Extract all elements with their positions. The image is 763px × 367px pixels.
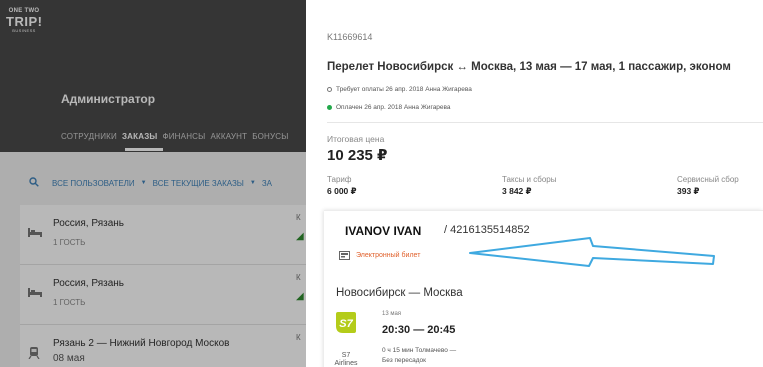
fee-service-value: 393 ₽	[677, 186, 700, 196]
fee-taxes-label: Таксы и сборы	[502, 175, 557, 184]
flight-stops: Без пересадок	[382, 357, 427, 364]
order-number: K11669614	[327, 32, 373, 42]
brand-logo[interactable]: ONE TWO TRIP! BUSINESS	[6, 8, 42, 48]
admin-title: Администратор	[61, 92, 156, 106]
fee-fare-value: 6 000 ₽	[327, 186, 357, 196]
order-edge-text: К	[296, 333, 301, 342]
admin-header: ONE TWO TRIP! BUSINESS Администратор СОТ…	[0, 0, 306, 152]
status-pending: Требует оплаты 26 апр. 2018 Анна Жигарев…	[327, 86, 472, 93]
total-price-value: 10 235 ₽	[327, 147, 388, 164]
list-item[interactable]: Рязань 2 — Нижний Новгород Москов 08 мая…	[20, 325, 306, 367]
total-price-label: Итоговая цена	[327, 134, 385, 144]
fee-taxes: Таксы и сборы 3 842 ₽	[502, 175, 556, 197]
fee-fare-label: Тариф	[327, 175, 352, 184]
fee-service-label: Сервисный сбор	[677, 175, 739, 184]
chevron-down-icon: ▼	[140, 180, 147, 186]
list-item[interactable]: Россия, Рязань 1 ГОСТЬ К ◢	[20, 265, 306, 325]
order-date: 08 мая	[53, 353, 85, 364]
nav-finance[interactable]: ФИНАНСЫ	[162, 132, 205, 141]
filter-orders-dropdown[interactable]: ВСЕ ТЕКУЩИЕ ЗАКАЗЫ	[153, 179, 244, 188]
fee-taxes-value: 3 842 ₽	[502, 186, 532, 196]
hotel-icon	[28, 227, 42, 237]
chevron-down-icon: ▼	[249, 180, 256, 186]
search-icon[interactable]	[29, 177, 39, 187]
nav-bonuses[interactable]: БОНУСЫ	[252, 132, 288, 141]
admin-nav: СОТРУДНИКИ ЗАКАЗЫ ФИНАНСЫ АККАУНТ БОНУСЫ	[61, 132, 289, 141]
filter-users-dropdown[interactable]: ВСЕ ПОЛЬЗОВАТЕЛИ	[52, 179, 135, 188]
order-guests: 1 ГОСТЬ	[53, 238, 86, 247]
order-route: Рязань 2 — Нижний Новгород Москов	[53, 338, 230, 349]
flight-duration: 0 ч 15 мин Толмачево —	[382, 347, 457, 354]
order-route: Россия, Рязань	[53, 218, 124, 229]
order-title: Перелет Новосибирск ↔ Москва, 13 мая — 1…	[327, 61, 731, 73]
status-circle-icon	[327, 87, 332, 92]
airline-name: S7 Airlines	[334, 352, 358, 367]
status-paid-text: Оплачен 26 апр. 2018 Анна Жигарева	[336, 104, 451, 111]
nav-orders[interactable]: ЗАКАЗЫ	[122, 132, 158, 141]
orders-filter-bar: ВСЕ ПОЛЬЗОВАТЕЛИ ▼ ВСЕ ТЕКУЩИЕ ЗАКАЗЫ ▼ …	[0, 168, 306, 198]
status-pending-text: Требует оплаты 26 апр. 2018 Анна Жигарев…	[336, 86, 472, 93]
annotation-arrow-icon	[469, 237, 715, 267]
hotel-icon	[28, 287, 42, 297]
logo-line-2: TRIP!	[6, 14, 43, 29]
train-icon	[28, 347, 42, 360]
status-dot-icon	[327, 105, 332, 110]
filter-extra-dropdown[interactable]: ЗА	[262, 179, 272, 188]
nav-employees[interactable]: СОТРУДНИКИ	[61, 132, 117, 141]
orders-list: Россия, Рязань 1 ГОСТЬ К ◢ Россия, Рязан…	[20, 205, 306, 367]
flight-times: 20:30 — 20:45	[382, 324, 456, 336]
fee-fare: Тариф 6 000 ₽	[327, 175, 357, 197]
order-guests: 1 ГОСТЬ	[53, 298, 86, 307]
order-route: Россия, Рязань	[53, 278, 124, 289]
nav-account[interactable]: АККАУНТ	[210, 132, 247, 141]
nav-active-indicator	[125, 148, 163, 151]
admin-app-backdrop: ONE TWO TRIP! BUSINESS Администратор СОТ…	[0, 0, 306, 367]
status-paid: Оплачен 26 апр. 2018 Анна Жигарева	[327, 104, 451, 111]
fee-service: Сервисный сбор 393 ₽	[677, 175, 739, 197]
divider	[327, 122, 763, 123]
list-item[interactable]: Россия, Рязань 1 ГОСТЬ К ◢	[20, 205, 306, 265]
